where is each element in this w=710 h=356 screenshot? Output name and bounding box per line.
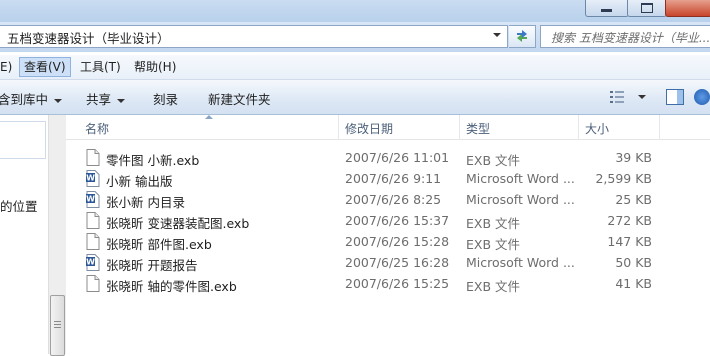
file-type: EXB 文件 xyxy=(466,237,521,252)
chevron-down-icon xyxy=(54,98,63,103)
file-type: Microsoft Word ... xyxy=(466,255,575,270)
generic-file-icon xyxy=(86,149,100,166)
file-type: Microsoft Word ... xyxy=(466,171,575,186)
menu-tools[interactable]: 工具(T) xyxy=(76,58,125,76)
file-size: 50 KB xyxy=(615,255,652,270)
file-date: 2007/6/26 15:28 xyxy=(345,234,450,249)
close-button[interactable] xyxy=(665,0,710,17)
file-size: 41 KB xyxy=(615,276,652,291)
menu-edit[interactable]: E) xyxy=(0,58,16,76)
view-options-icon[interactable] xyxy=(610,91,624,103)
include-in-library-label: 含到库中 xyxy=(0,92,49,107)
file-row[interactable]: W 小新 输出版 2007/6/26 9:11 Microsoft Word ... 2… xyxy=(66,168,710,189)
file-size: 25 KB xyxy=(615,192,652,207)
menu-bar: E) 查看(V) 工具(T) 帮助(H) xyxy=(0,55,710,80)
svg-text:W: W xyxy=(86,258,95,267)
file-date: 2007/6/26 9:11 xyxy=(345,171,442,186)
file-name: 张晓昕 开题报告 xyxy=(106,258,198,273)
window-title-bar xyxy=(0,0,710,22)
file-row[interactable]: 张晓昕 变速器装配图.exb 2007/6/26 15:37 EXB 文件 272 K… xyxy=(66,210,710,231)
burn-button[interactable]: 刻录 xyxy=(153,89,178,108)
refresh-button[interactable] xyxy=(509,25,536,48)
file-name: 零件图 小新.exb xyxy=(106,153,200,168)
search-input[interactable]: 搜索 五档变速器设计（毕业... xyxy=(540,25,710,48)
menu-view[interactable]: 查看(V) xyxy=(19,57,71,77)
file-list: 名称 修改日期 类型 大小 零件图 小新.exb 2007/6/26 11:01 E… xyxy=(66,115,710,354)
file-name: 张小新 内目录 xyxy=(106,195,185,210)
column-header-row: 名称 修改日期 类型 大小 xyxy=(66,115,710,140)
file-row[interactable]: 张晓昕 部件图.exb 2007/6/26 15:28 EXB 文件 147 KB xyxy=(66,231,710,252)
column-divider[interactable] xyxy=(659,115,660,139)
menu-help[interactable]: 帮助(H) xyxy=(130,58,180,76)
maximize-button[interactable] xyxy=(627,0,667,17)
file-size: 39 KB xyxy=(615,150,652,165)
file-size: 147 KB xyxy=(607,234,652,249)
minimize-button[interactable] xyxy=(585,0,629,17)
generic-file-icon xyxy=(86,212,100,229)
preview-pane-icon[interactable] xyxy=(666,89,684,105)
file-date: 2007/6/26 15:25 xyxy=(345,276,450,291)
share-label: 共享 xyxy=(86,92,112,107)
maximize-icon xyxy=(641,3,653,13)
file-name: 小新 输出版 xyxy=(106,174,173,189)
refresh-icon xyxy=(517,30,527,42)
new-folder-button[interactable]: 新建文件夹 xyxy=(208,89,271,108)
sort-ascending-icon xyxy=(205,115,213,119)
column-divider[interactable] xyxy=(578,115,579,139)
view-options-chevron-icon[interactable] xyxy=(638,95,646,99)
address-path: 五档变速器设计（毕业设计） xyxy=(7,31,170,46)
generic-file-icon xyxy=(86,275,100,292)
file-name: 张晓昕 变速器装配图.exb xyxy=(106,216,250,231)
file-size: 272 KB xyxy=(607,213,652,228)
navigation-scrollbar[interactable] xyxy=(48,115,66,356)
file-type: EXB 文件 xyxy=(466,279,521,294)
word-doc-icon: W xyxy=(86,191,100,208)
column-header-date[interactable]: 修改日期 xyxy=(345,120,393,137)
file-type: EXB 文件 xyxy=(466,153,521,168)
file-date: 2007/6/26 8:25 xyxy=(345,192,442,207)
minimize-icon xyxy=(601,9,612,12)
file-date: 2007/6/26 11:01 xyxy=(345,150,450,165)
column-header-size[interactable]: 大小 xyxy=(585,120,609,137)
svg-text:W: W xyxy=(86,195,95,204)
address-row: 五档变速器设计（毕业设计） 搜索 五档变速器设计（毕业... xyxy=(0,22,710,52)
file-row[interactable]: W 张小新 内目录 2007/6/26 8:25 Microsoft Word ...… xyxy=(66,189,710,210)
svg-text:W: W xyxy=(86,174,95,183)
address-dropdown-icon[interactable] xyxy=(493,33,501,37)
file-date: 2007/6/26 15:37 xyxy=(345,213,450,228)
file-name: 张晓昕 轴的零件图.exb xyxy=(106,279,237,294)
nav-item-locations[interactable]: 的位置 xyxy=(0,196,38,215)
share-button[interactable]: 共享 xyxy=(86,89,126,108)
word-doc-icon: W xyxy=(86,254,100,271)
column-divider[interactable] xyxy=(459,115,460,139)
generic-file-icon xyxy=(86,233,100,250)
nav-selected-item[interactable] xyxy=(0,121,46,159)
file-row[interactable]: W 张晓昕 开题报告 2007/6/25 16:28 Microsoft Word .… xyxy=(66,252,710,273)
file-type: Microsoft Word ... xyxy=(466,192,575,207)
word-doc-icon: W xyxy=(86,170,100,187)
scrollbar-thumb[interactable] xyxy=(50,295,65,356)
file-row[interactable]: 张晓昕 轴的零件图.exb 2007/6/26 15:25 EXB 文件 41 KB xyxy=(66,273,710,294)
file-name: 张晓昕 部件图.exb xyxy=(106,237,212,252)
address-bar[interactable]: 五档变速器设计（毕业设计） xyxy=(0,25,508,48)
include-in-library-button[interactable]: 含到库中 xyxy=(0,89,63,108)
column-header-type[interactable]: 类型 xyxy=(466,120,490,137)
column-divider[interactable] xyxy=(338,115,339,139)
chevron-down-icon xyxy=(117,98,126,103)
file-size: 2,599 KB xyxy=(595,171,652,186)
column-header-name[interactable]: 名称 xyxy=(85,120,109,137)
file-row[interactable]: 零件图 小新.exb 2007/6/26 11:01 EXB 文件 39 KB xyxy=(66,147,710,168)
file-date: 2007/6/25 16:28 xyxy=(345,255,450,270)
file-type: EXB 文件 xyxy=(466,216,521,231)
search-placeholder: 搜索 五档变速器设计（毕业... xyxy=(551,31,710,45)
command-bar: 含到库中 共享 刻录 新建文件夹 xyxy=(0,80,710,115)
help-icon[interactable] xyxy=(694,89,710,105)
